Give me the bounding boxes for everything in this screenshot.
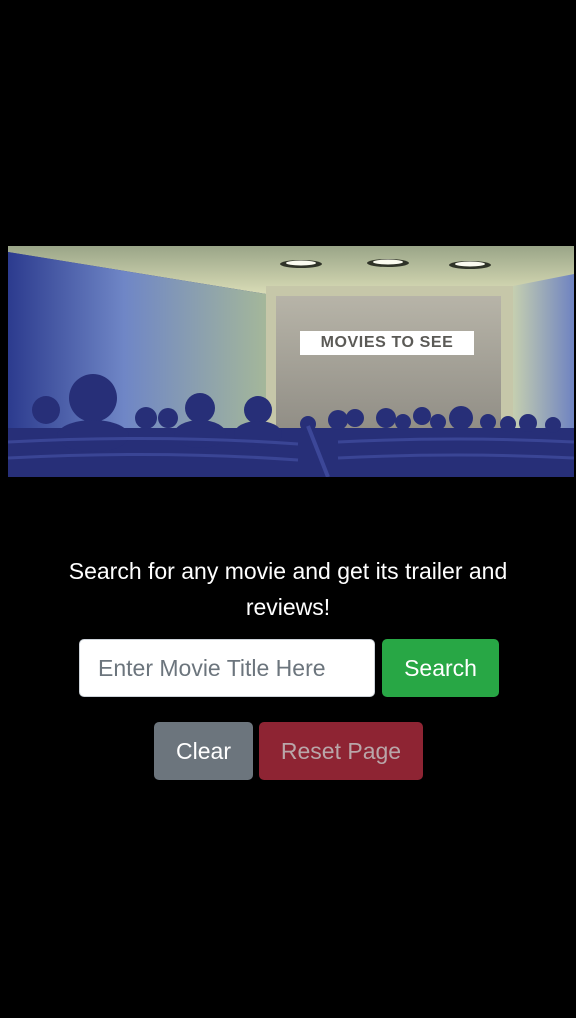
search-button[interactable]: Search (382, 639, 499, 697)
search-input[interactable] (79, 639, 375, 697)
reset-page-button[interactable]: Reset Page (259, 722, 423, 780)
hero-title: MOVIES TO SEE (300, 331, 474, 355)
clear-button[interactable]: Clear (154, 722, 253, 780)
tagline: Search for any movie and get its trailer… (68, 558, 508, 620)
page: MOVIES TO SEE Search for any movie and g… (0, 0, 576, 1018)
hero-banner: MOVIES TO SEE (8, 246, 574, 477)
theater-illustration (8, 246, 574, 477)
